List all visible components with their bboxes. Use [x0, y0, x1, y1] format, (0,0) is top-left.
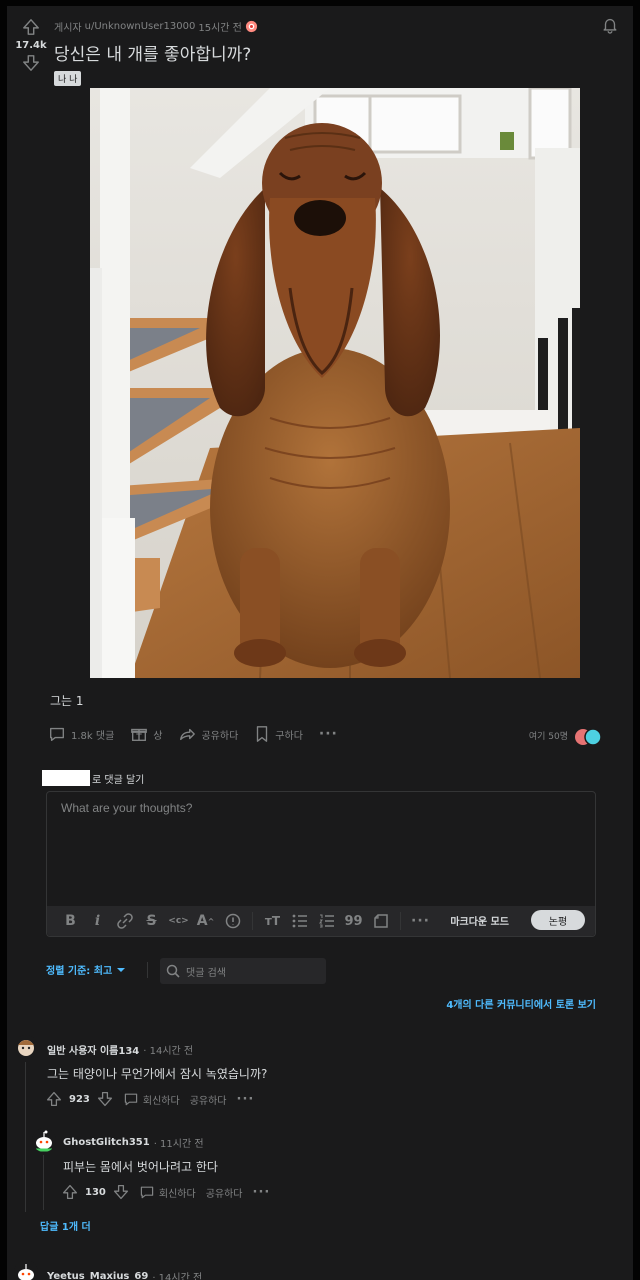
reply-icon[interactable] — [123, 1091, 139, 1107]
more-options-icon[interactable]: ··· — [319, 726, 338, 742]
superscript-icon[interactable]: A ^ — [192, 911, 219, 931]
share-button[interactable]: 공유하다 — [206, 1185, 243, 1200]
comment-actions: 923 회신하다 공유하다 ··· — [46, 1091, 254, 1107]
post-title[interactable]: 당신은 내 개를 좋아합니까? — [54, 40, 251, 65]
quote-icon[interactable]: 99 — [340, 911, 367, 931]
sort-label: 정렬 기준: 최고 — [46, 966, 113, 977]
save-label: 구하다 — [275, 730, 303, 742]
comments-button[interactable]: 1.8k 댓글 — [48, 725, 114, 743]
comment-actions: 130 회신하다 공유하다 ··· — [62, 1184, 270, 1200]
comment-placeholder[interactable]: What are your thoughts? — [61, 801, 192, 815]
post-author-link[interactable]: u/UnknownUser13000 — [85, 21, 196, 32]
reply-icon[interactable] — [139, 1184, 155, 1200]
comment-time: · 14시간 전 — [152, 1273, 203, 1280]
post-image[interactable] — [90, 88, 580, 678]
comment-username[interactable]: 일반 사용자 이름134 — [47, 1042, 139, 1057]
save-button[interactable]: 구하다 — [254, 725, 303, 743]
heading-icon[interactable]: ᴛT — [259, 911, 286, 931]
comment-score: 923 — [69, 1093, 90, 1105]
markdown-mode-button[interactable]: 마크다운 모드 — [450, 913, 509, 928]
comment-submit-button[interactable]: 논평 — [531, 910, 585, 930]
downvote-icon[interactable] — [97, 1091, 113, 1107]
meta-prefix: 게시자 — [54, 23, 82, 34]
more-options-icon[interactable]: ··· — [253, 1185, 271, 1200]
award-label: 상 — [153, 730, 163, 742]
toolbar-divider — [400, 912, 401, 930]
code-block-icon[interactable] — [367, 911, 394, 931]
sort-divider — [147, 962, 148, 978]
avatar[interactable] — [14, 1035, 38, 1059]
italic-icon[interactable]: i — [84, 911, 111, 931]
reply-button[interactable]: 회신하다 — [143, 1092, 180, 1107]
sort-dropdown[interactable]: 정렬 기준: 최고 — [46, 962, 126, 977]
thread-line[interactable] — [25, 1062, 26, 1212]
share-label: 공유하다 — [201, 730, 239, 742]
upvote-icon[interactable] — [46, 1091, 62, 1107]
comment-author: 일반 사용자 이름134 · 14시간 전 — [47, 1042, 193, 1057]
post-meta: 게시자 u/UnknownUser13000 15시간 전 — [54, 19, 258, 34]
downvote-icon[interactable] — [113, 1184, 129, 1200]
more-options-icon[interactable]: ··· — [237, 1092, 255, 1107]
award-button[interactable]: 상 — [130, 725, 162, 743]
bold-icon[interactable]: B — [57, 911, 84, 931]
numbered-list-icon[interactable] — [313, 911, 340, 931]
online-avatars — [574, 728, 604, 746]
comment-author: GhostGlitch351 · 11시간 전 — [63, 1135, 204, 1150]
thread-line[interactable] — [43, 1155, 44, 1210]
reply-button[interactable]: 회신하다 — [159, 1185, 196, 1200]
share-icon — [178, 725, 196, 743]
upvote-icon[interactable] — [14, 18, 48, 36]
more-formatting-icon[interactable]: ··· — [407, 911, 434, 931]
comment-as-row: 로 댓글 달기 — [42, 770, 144, 786]
search-icon — [166, 964, 180, 978]
online-count: 여기 50명 — [528, 732, 568, 742]
award-badge-icon — [245, 20, 258, 33]
comment-text: 피부는 몸에서 벗어나려고 한다 — [63, 1160, 218, 1174]
post-body: 그는 1 — [50, 694, 84, 708]
comment-username[interactable]: GhostGlitch351 — [63, 1137, 150, 1148]
notification-bell-icon[interactable] — [601, 16, 619, 34]
comment-search-input[interactable]: 댓글 검색 — [160, 958, 326, 984]
comments-count: 1.8k 댓글 — [71, 730, 115, 742]
gift-icon — [130, 725, 148, 743]
comment-time: · 11시간 전 — [153, 1139, 204, 1150]
post-time: 15시간 전 — [198, 23, 242, 34]
comment-as-label: 로 댓글 달기 — [92, 774, 145, 786]
avatar[interactable] — [14, 1260, 38, 1280]
bookmark-icon — [254, 725, 270, 743]
upvote-icon[interactable] — [62, 1184, 78, 1200]
bulleted-list-icon[interactable] — [286, 911, 313, 931]
share-button[interactable]: 공유하다 — [190, 1092, 227, 1107]
post-actions: 1.8k 댓글 상 공유하다 구하다 ··· — [48, 725, 354, 743]
comment-icon — [48, 725, 66, 743]
editor-toolbar: B i S <c> A ^ ᴛT 99 ··· 마크다운 모드 논평 — [47, 906, 595, 936]
other-communities-link[interactable]: 4개의 다른 커뮤니티에서 토론 보기 — [446, 996, 596, 1011]
avatar[interactable] — [32, 1128, 56, 1152]
comment-time: · 14시간 전 — [143, 1046, 194, 1057]
comment-editor[interactable]: What are your thoughts? B i S <c> A ^ ᴛT … — [46, 791, 596, 937]
comment-score: 130 — [85, 1186, 106, 1198]
toolbar-divider — [252, 912, 253, 930]
vote-count: 17.4k — [15, 40, 47, 51]
vote-column: 17.4k — [14, 18, 48, 72]
strikethrough-icon[interactable]: S — [138, 911, 165, 931]
more-replies-link[interactable]: 답글 1개 더 — [40, 1218, 91, 1233]
caret-down-icon — [116, 965, 126, 975]
share-button[interactable]: 공유하다 — [178, 725, 238, 743]
comment-username[interactable]: Yeetus_Maxius_69 — [47, 1271, 148, 1280]
spoiler-icon[interactable] — [219, 911, 246, 931]
comment-text: 그는 태양이나 무언가에서 잠시 녹였습니까? — [47, 1067, 268, 1081]
redacted-username — [42, 770, 90, 786]
downvote-icon[interactable] — [14, 54, 48, 72]
link-icon[interactable] — [111, 911, 138, 931]
post-flair[interactable]: 나 나 — [54, 71, 82, 86]
search-placeholder: 댓글 검색 — [186, 967, 226, 979]
inline-code-icon[interactable]: <c> — [165, 911, 192, 931]
comment-author: Yeetus_Maxius_69 · 14시간 전 — [47, 1269, 202, 1280]
